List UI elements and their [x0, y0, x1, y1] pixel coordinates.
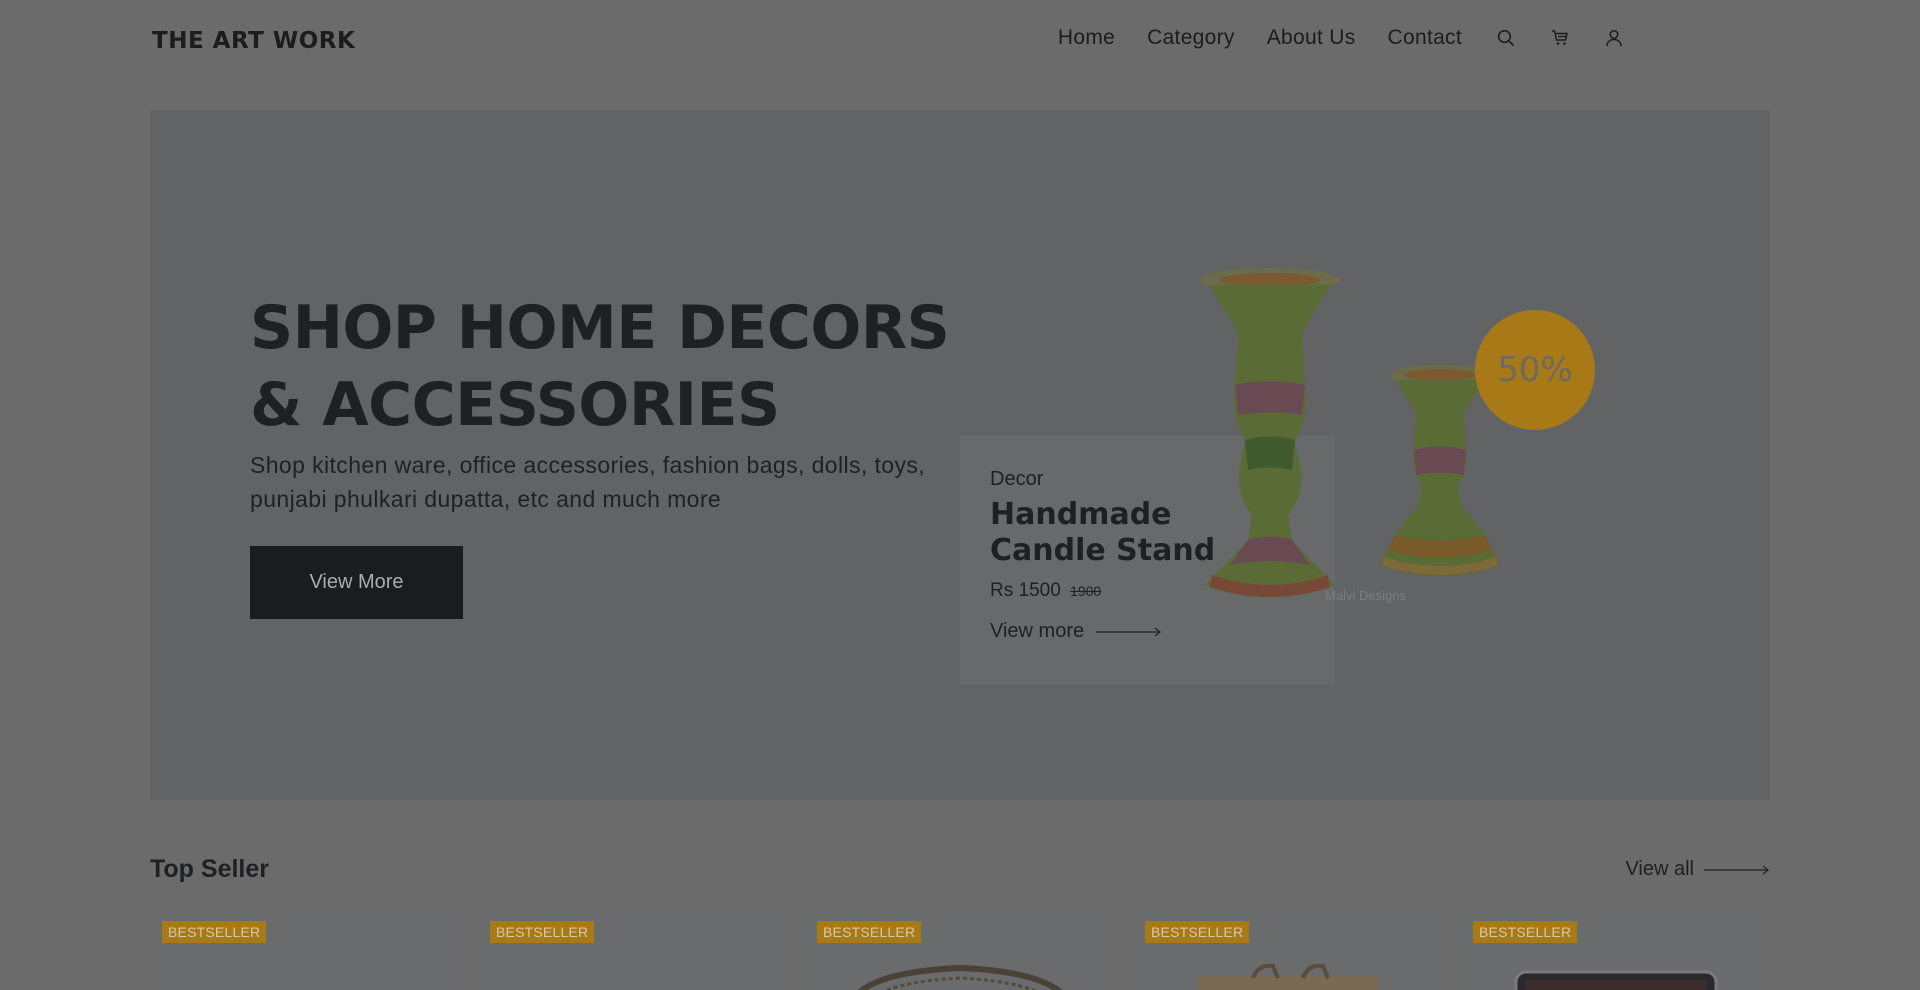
candle-stand-image [1200, 265, 1530, 625]
product-current-price: Rs 1500 [990, 580, 1061, 601]
image-watermark: Malvi Designs [1325, 588, 1406, 603]
user-icon[interactable] [1604, 28, 1624, 48]
view-all-link[interactable]: View all [1625, 858, 1770, 881]
product-category: Decor [990, 468, 1044, 490]
arrow-right-icon [1096, 620, 1162, 643]
bestseller-badge: BESTSELLER [490, 921, 595, 943]
view-more-button[interactable]: View More [250, 546, 463, 619]
search-icon[interactable] [1496, 28, 1516, 48]
hero-title: SHOP HOME DECORS & ACCESSORIES [250, 290, 950, 444]
product-card[interactable]: BESTSELLER [1133, 908, 1442, 990]
product-view-more-label: View more [990, 620, 1085, 642]
nav-category[interactable]: Category [1147, 26, 1235, 50]
hero-title-line-2: & ACCESSORIES [250, 370, 780, 440]
basket-thumbnail [845, 964, 1075, 990]
arrow-right-icon [1704, 858, 1770, 881]
bestseller-badge: BESTSELLER [817, 921, 922, 943]
top-seller-title: Top Seller [150, 855, 270, 883]
bestseller-badge: BESTSELLER [1473, 921, 1578, 943]
product-old-price: 1900 [1070, 583, 1102, 599]
bag-thumbnail [1188, 963, 1388, 990]
view-all-label: View all [1625, 858, 1694, 880]
nav-home[interactable]: Home [1058, 26, 1115, 50]
cart-icon[interactable] [1550, 28, 1570, 48]
hero-banner: SHOP HOME DECORS & ACCESSORIES Shop kitc… [150, 110, 1770, 800]
top-seller-list: BESTSELLER BESTSELLER BESTSELLER BESTSEL… [150, 908, 1770, 990]
nav-contact[interactable]: Contact [1388, 26, 1462, 50]
site-logo[interactable]: THE ART WORK [152, 28, 355, 54]
product-card[interactable]: BESTSELLER [478, 908, 787, 990]
bestseller-badge: BESTSELLER [1145, 921, 1250, 943]
product-name: Handmade Candle Stand [990, 497, 1216, 568]
hero-subtitle: Shop kitchen ware, office accessories, f… [250, 452, 926, 512]
product-card[interactable]: BESTSELLER [150, 908, 459, 990]
discount-badge: 50% [1475, 310, 1595, 430]
site-header: THE ART WORK Home Category About Us Cont… [0, 0, 1920, 84]
hero-title-line-1: SHOP HOME DECORS [250, 293, 950, 363]
product-card[interactable]: BESTSELLER [805, 908, 1114, 990]
bestseller-badge: BESTSELLER [162, 921, 267, 943]
nav-about-us[interactable]: About Us [1267, 26, 1356, 50]
main-nav: Home Category About Us Contact [1058, 26, 1624, 50]
pouch-thumbnail [1506, 964, 1726, 990]
product-card[interactable]: BESTSELLER [1461, 908, 1770, 990]
product-view-more-link[interactable]: View more [990, 620, 1162, 643]
product-price: Rs 1500 1900 [990, 580, 1101, 602]
